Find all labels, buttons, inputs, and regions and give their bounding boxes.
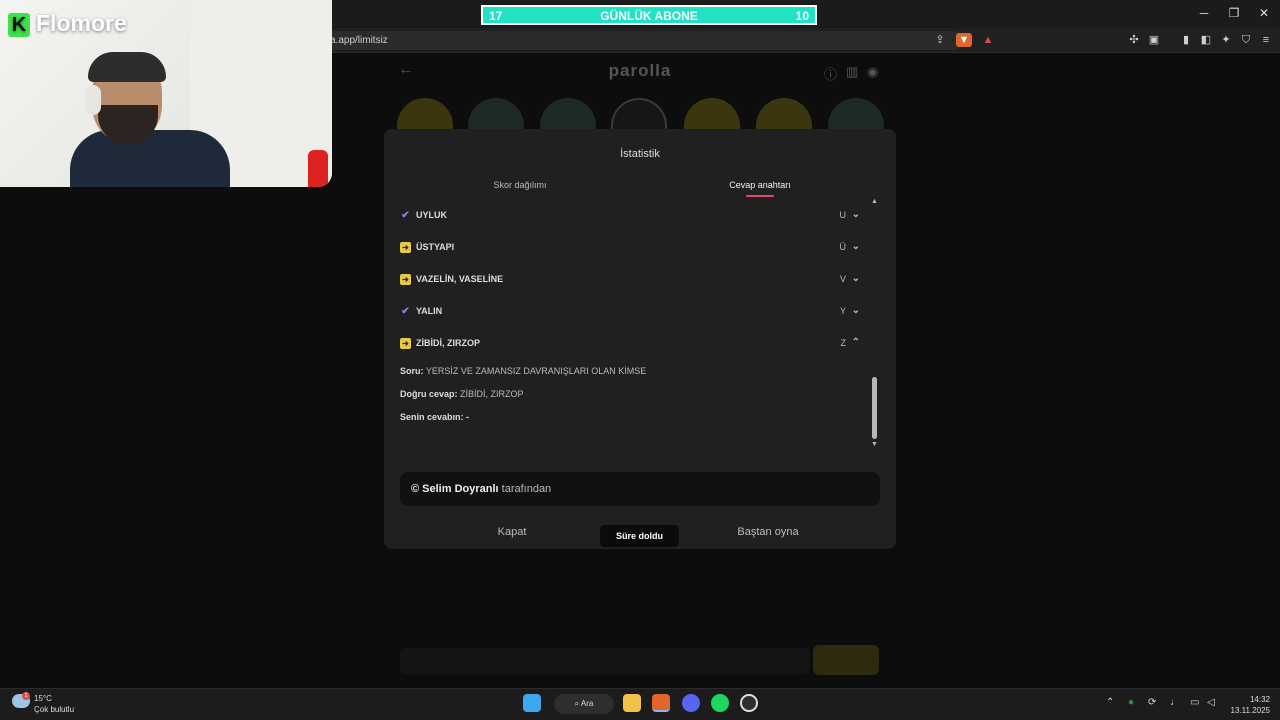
search-label: Ara [580,699,594,708]
tray-app-icon[interactable]: ● [1128,697,1134,708]
vpn-icon[interactable]: ⛉ [1238,33,1254,47]
answer-letter: Z [840,338,847,348]
answer-row[interactable]: ➔ VAZELİN, VASELİNE V ⌄ [400,273,860,289]
network-icon[interactable]: ▭ [1190,697,1199,708]
restart-button[interactable]: Baştan oyna [698,526,838,538]
chevron-down-icon: ⌄ [851,305,860,316]
clock[interactable]: 14:32 13.11.2025 [1224,694,1270,716]
back-arrow-icon[interactable]: ← [398,61,414,79]
check-icon: ✔ [401,306,410,317]
cap [88,52,166,82]
microphone [308,150,328,187]
answer-word: ZİBİDİ, ZIRZOP [416,338,480,348]
chevron-up-icon: ⌃ [851,337,860,348]
modal-title: İstatistik [620,148,660,160]
answer-letter: U [839,210,847,220]
correct-answer-label: Doğru cevap: [400,389,458,399]
scroll-down-icon[interactable]: ▼ [871,441,878,448]
time-up-badge: Süre doldu [600,525,679,547]
chevron-down-icon: ⌄ [851,209,860,220]
answer-row[interactable]: ➔ ÜSTYAPI Ü ⌄ [400,241,860,257]
answer-row[interactable]: ✔ UYLUK U ⌄ [400,209,860,225]
extensions-icon[interactable]: ✣ [1126,33,1142,47]
logo-k-icon: K [8,13,30,37]
stream-logo: K Flomore [8,10,127,37]
minimize-button[interactable]: ─ [1196,6,1212,20]
discord-icon[interactable] [682,694,700,712]
submit-button[interactable] [813,645,879,675]
info-icon[interactable]: ⓘ [824,64,837,83]
headset [85,85,101,115]
correct-answer-line: Doğru cevap: ZİBİDİ, ZIRZOP [400,389,524,399]
subscribe-label: GÜNLÜK ABONE [600,9,698,23]
brave-shields-icon[interactable]: ▼ [956,33,972,47]
sync-icon[interactable]: ⟳ [1148,697,1156,708]
answer-letter: Ü [839,242,847,252]
credit-suffix: tarafından [501,483,552,495]
taskbar-search[interactable]: ⌕ Ara [554,694,614,714]
streamer-body [70,130,230,187]
clock-time: 14:32 [1249,695,1270,704]
answer-word: VAZELİN, VASELİNE [416,274,504,284]
chevron-down-icon: ⌄ [851,273,860,284]
microphone-icon[interactable]: ♩ [1170,697,1180,708]
skip-arrow-icon: ➔ [400,242,411,253]
close-window-button[interactable]: ✕ [1256,6,1272,20]
show-hidden-icons-icon[interactable]: ⌃ [1106,697,1114,708]
file-explorer-icon[interactable] [623,694,641,712]
credit-author: © Selim Doyranlı [411,483,499,495]
answer-letter: V [839,274,846,284]
brave-rewards-icon[interactable]: ▲ [980,33,996,47]
maximize-button[interactable]: ❐ [1226,6,1242,20]
answer-letter: Y [839,306,846,316]
logo-text: Flomore [36,10,127,36]
page-title: parolla [608,61,672,80]
question-text: YERSİZ VE ZAMANSIZ DAVRANIŞLARI OLAN KİM… [425,366,647,376]
menu-icon[interactable]: ≡ [1258,33,1274,47]
answer-word: ÜSTYAPI [416,242,455,252]
sidebar-icon[interactable]: ▮ [1178,33,1194,47]
your-answer-line: Senin cevabın: - [400,412,469,422]
share-icon[interactable]: ⇪ [932,33,948,47]
scrollbar-thumb[interactable] [872,377,877,439]
close-button[interactable]: Kapat [442,526,582,538]
subscribe-goal-banner: 17 GÜNLÜK ABONE 10 [481,5,817,25]
weather-alert-badge: 1 [22,692,30,700]
correct-answer-text: ZİBİDİ, ZIRZOP [460,389,524,399]
wallet-toolbar-icon[interactable]: ◧ [1198,33,1214,47]
tab-answer-key[interactable]: Cevap anahtarı [680,180,840,190]
leo-ai-icon[interactable]: ✦ [1218,33,1234,47]
question-line: Soru: YERSİZ VE ZAMANSIZ DAVRANIŞLARI OL… [400,366,646,376]
your-answer-label: Senin cevabın: [400,412,464,422]
answer-word: UYLUK [416,210,447,220]
stats-icon[interactable]: ▥ [846,64,858,80]
question-label: Soru: [400,366,424,376]
skip-arrow-icon: ➔ [400,274,411,285]
profile-icon[interactable]: ◉ [867,64,878,80]
answer-word: YALIN [416,306,443,316]
weather-desc[interactable]: Çok bulutlu [34,705,74,714]
active-tab-indicator [746,195,774,197]
skip-arrow-icon: ➔ [400,338,411,349]
spotify-icon[interactable] [711,694,729,712]
volume-icon[interactable]: ◁ [1207,697,1215,708]
wallet-icon[interactable]: ▣ [1146,33,1162,47]
windows-start-icon[interactable] [523,694,541,712]
weather-temp[interactable]: 15°C [34,694,52,703]
answer-input[interactable] [400,648,810,674]
clock-date: 13.11.2025 [1230,706,1270,715]
chevron-down-icon: ⌄ [851,241,860,252]
brave-browser-icon[interactable] [652,694,670,712]
credit-box: © Selim Doyranlı tarafından [400,472,880,506]
answer-row[interactable]: ✔ YALIN Y ⌄ [400,305,860,321]
webcam-overlay: K Flomore [0,0,332,187]
scroll-up-icon[interactable]: ▲ [871,198,878,205]
check-icon: ✔ [401,210,410,221]
answer-row-expanded[interactable]: ➔ ZİBİDİ, ZIRZOP Z ⌃ [400,337,860,353]
subscribe-goal-count: 10 [795,9,809,23]
app-icon[interactable] [740,694,758,712]
your-answer-text: - [466,412,470,422]
url-field[interactable]: a.app/limitsiz [320,31,960,50]
tab-score-distribution[interactable]: Skor dağılımı [440,180,600,190]
